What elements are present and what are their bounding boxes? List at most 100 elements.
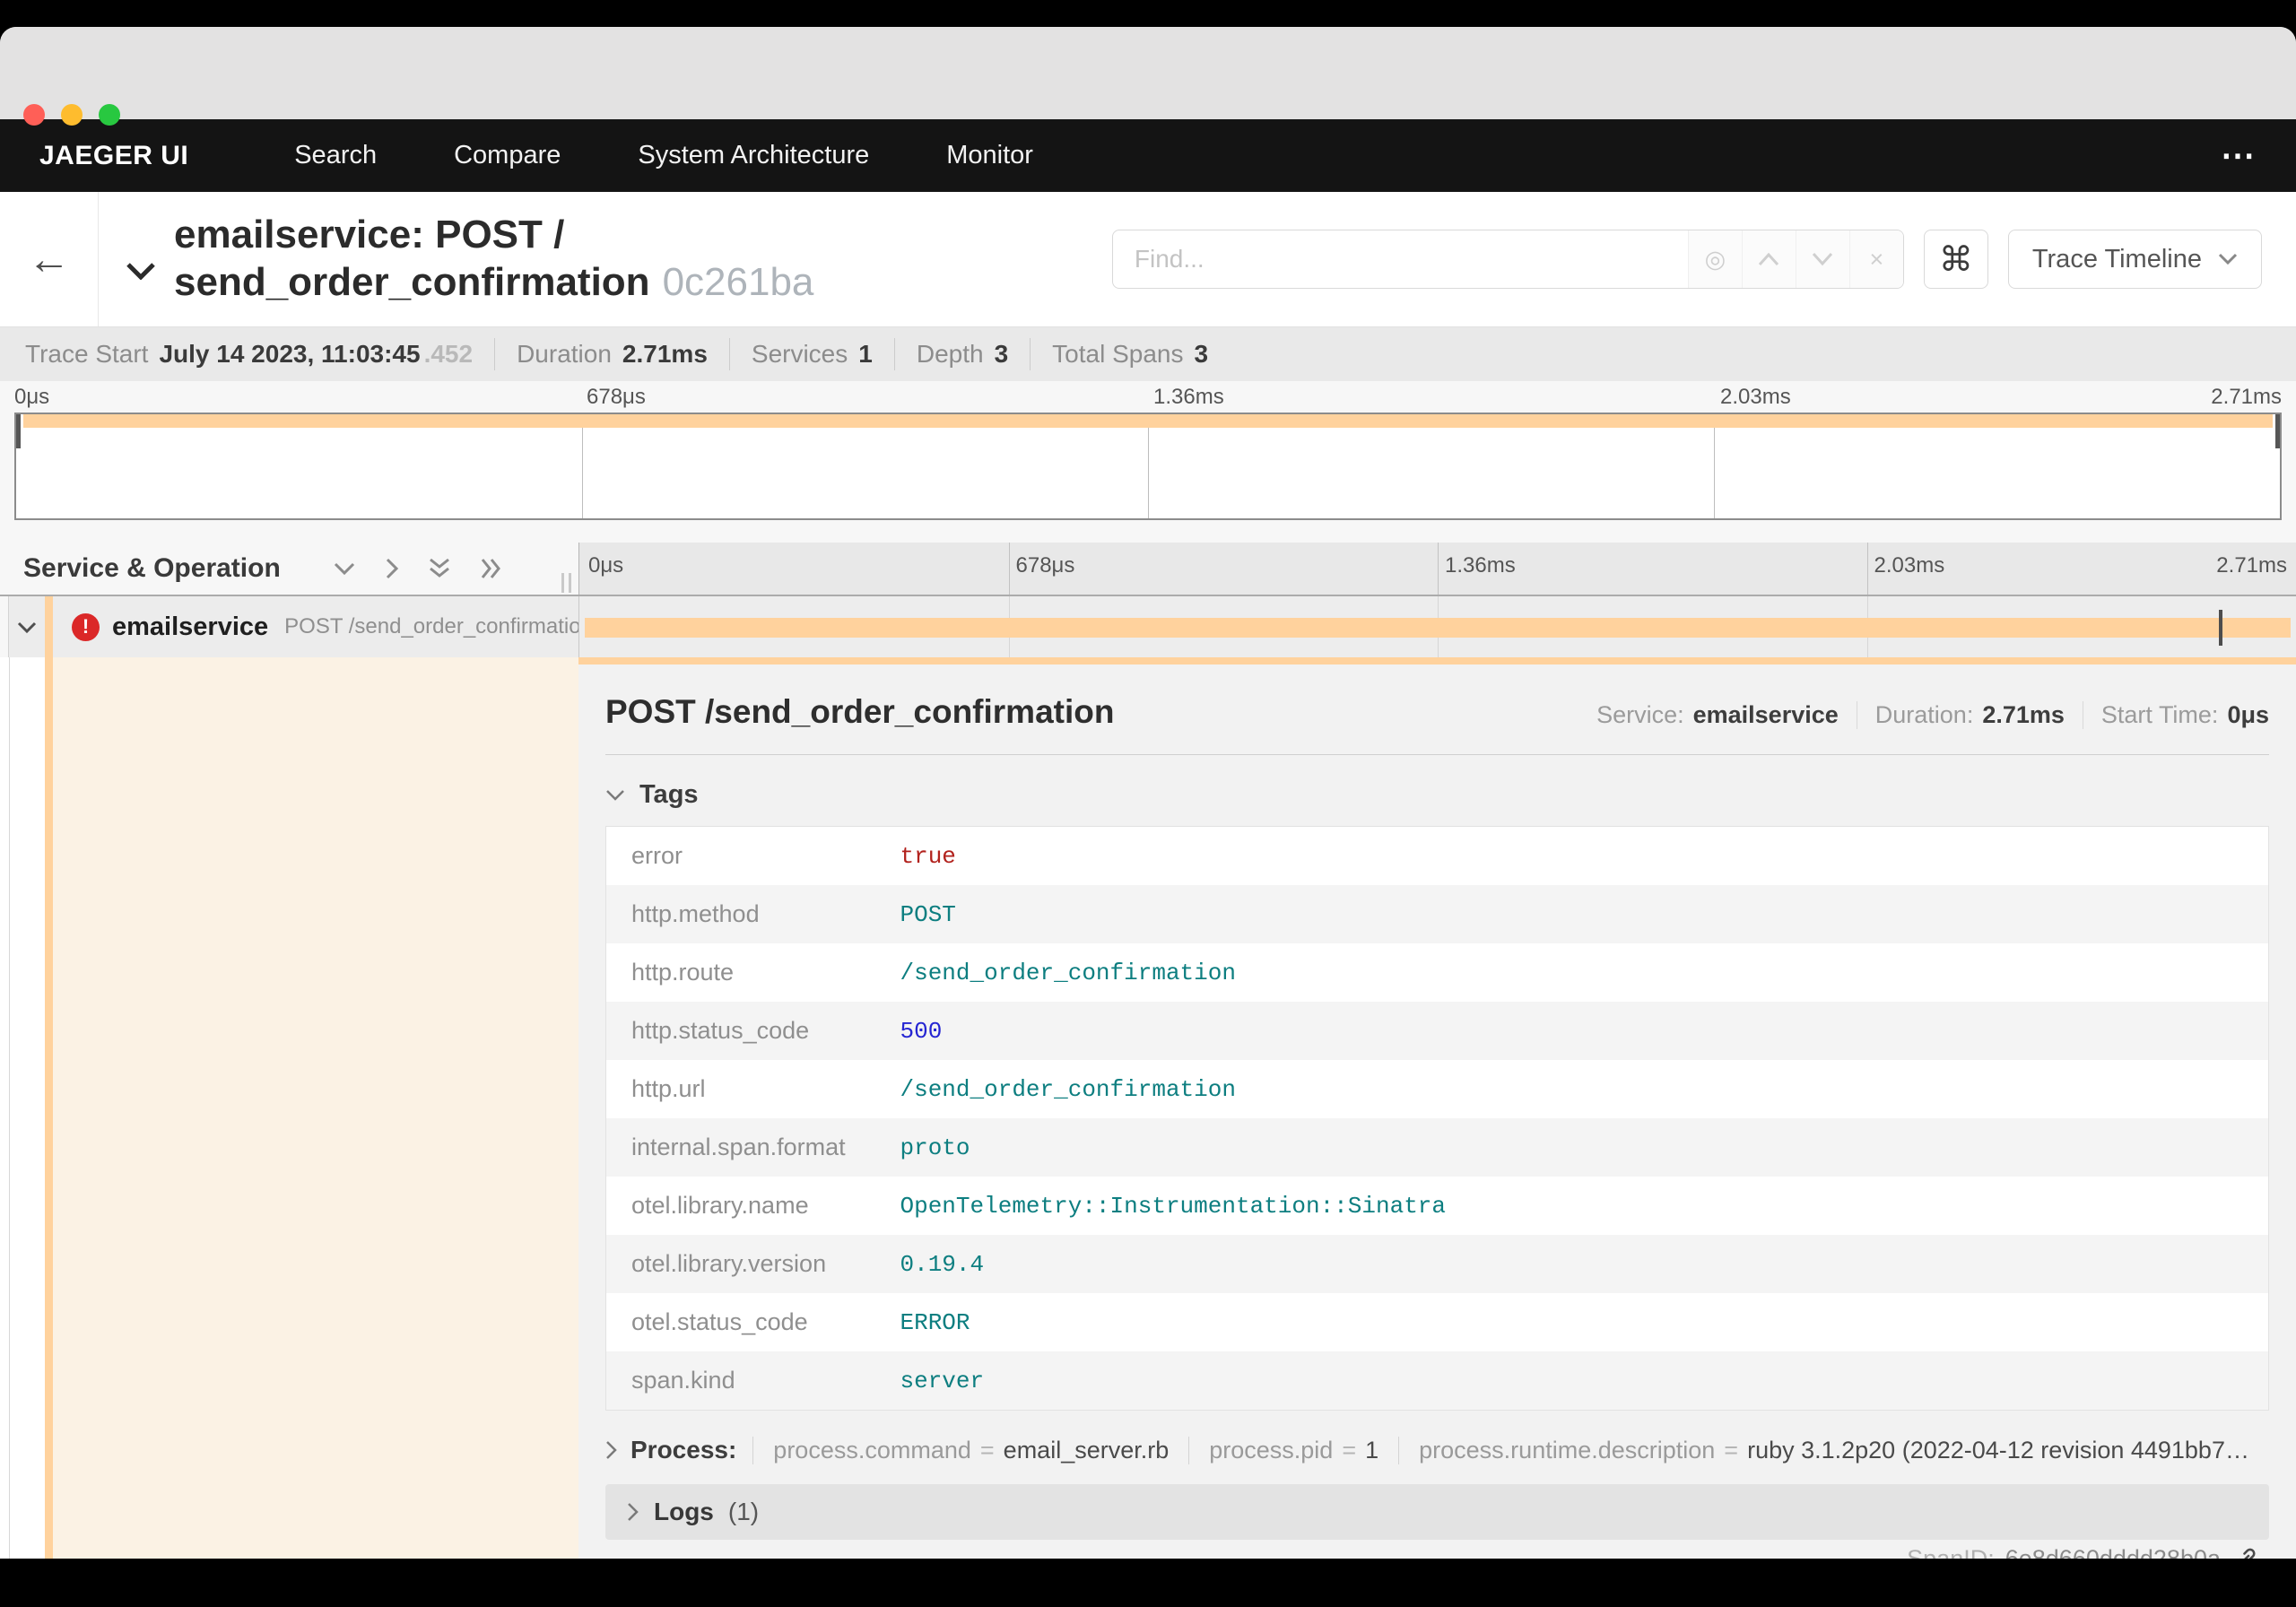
span-detail-row: POST /send_order_confirmation Service: e…: [0, 657, 2296, 1559]
axis-tick: 0μs: [588, 553, 624, 578]
tag-row[interactable]: error true: [606, 827, 2269, 886]
span-row[interactable]: ! emailservice POST /send_order_confirma…: [0, 596, 2296, 657]
span-color-guide: [45, 657, 53, 1559]
span-detail-content: POST /send_order_confirmation Service: e…: [578, 665, 2296, 1559]
logs-count: (1): [727, 1498, 760, 1525]
crosshair-icon[interactable]: ◎: [1687, 230, 1742, 288]
column-resize-grip[interactable]: [561, 573, 571, 593]
chevron-right-icon: [627, 1502, 639, 1522]
tag-row[interactable]: otel.status_code ERROR: [606, 1293, 2269, 1351]
chevron-down-icon: [2218, 253, 2238, 265]
trace-id: 0c261ba: [662, 260, 814, 304]
expand-all-icon[interactable]: [480, 557, 503, 580]
minimap-right-scrubber[interactable]: [2275, 414, 2280, 448]
logs-section-label: Logs: [654, 1498, 714, 1525]
span-detail-meta: Service: emailservice Duration: 2.71ms S…: [1578, 701, 2269, 729]
chevron-right-icon: [605, 1440, 618, 1460]
process-section-label: Process:: [631, 1436, 737, 1464]
minimap-tick: 2.71ms: [2211, 385, 2282, 409]
expand-collapse-controls: [333, 557, 503, 580]
deep-link-icon[interactable]: [2231, 1546, 2258, 1559]
process-section-toggle[interactable]: Process: process.command = email_server.…: [605, 1436, 2269, 1464]
navbar: JAEGER UI Search Compare System Architec…: [0, 119, 2296, 192]
span-id-footer: SpanID: 6e8d660dddd28b0a: [1907, 1545, 2258, 1559]
macos-titlebar: [0, 27, 2296, 126]
minimap-gridline: [582, 414, 583, 518]
minimap-tick: 0μs: [14, 385, 50, 409]
minimize-window-button[interactable]: [61, 104, 83, 126]
keyboard-shortcuts-button[interactable]: ⌘: [1923, 230, 1988, 289]
tags-section-toggle[interactable]: Tags: [605, 780, 2269, 810]
trace-view-selector[interactable]: Trace Timeline: [2007, 230, 2262, 289]
find-box: ◎ ×: [1111, 230, 1904, 289]
axis-gridline: [1008, 543, 1010, 595]
tag-row[interactable]: otel.library.version 0.19.4: [605, 1235, 2269, 1293]
summary-depth: Depth 3: [893, 338, 1030, 370]
tags-section-label: Tags: [639, 780, 699, 809]
nav-item-search[interactable]: Search: [294, 141, 377, 170]
tag-row[interactable]: http.route /send_order_confirmation: [606, 943, 2269, 1002]
minimap-tick: 2.03ms: [1720, 385, 1791, 409]
nav-item-system-architecture[interactable]: System Architecture: [638, 141, 869, 170]
trace-title-line1: emailservice: POST /: [174, 213, 565, 257]
command-icon: ⌘: [1938, 240, 1973, 279]
span-row-timeline-cell[interactable]: [578, 596, 2296, 657]
span-expand-chevron-icon[interactable]: [16, 621, 38, 634]
minimap-tick: 1.36ms: [1153, 385, 1224, 409]
axis-gridline: [1438, 543, 1439, 595]
span-duration-bar[interactable]: [584, 618, 2292, 638]
screen-letterbox: [0, 1559, 2296, 1607]
axis-gridline: [1866, 543, 1868, 595]
trace-timeline-minimap[interactable]: [14, 413, 2282, 520]
expand-one-icon[interactable]: [385, 557, 399, 580]
tag-row[interactable]: http.method POST: [605, 885, 2269, 943]
collapse-all-icon[interactable]: [428, 557, 451, 580]
span-detail-panel: POST /send_order_confirmation Service: e…: [578, 657, 2296, 1559]
close-window-button[interactable]: [23, 104, 45, 126]
trace-page-header: ← emailservice: POST / send_order_confirm…: [0, 192, 2296, 327]
tag-row[interactable]: otel.library.name OpenTelemetry::Instrum…: [606, 1177, 2269, 1235]
tag-row[interactable]: internal.span.format proto: [605, 1118, 2269, 1177]
minimap-left-scrubber[interactable]: [16, 414, 21, 448]
collapse-trace-chevron-icon[interactable]: [126, 262, 156, 280]
zoom-window-button[interactable]: [99, 104, 120, 126]
trace-header-controls: ◎ × ⌘ Trace Timeline: [1111, 192, 2296, 326]
back-button[interactable]: ←: [0, 192, 99, 326]
next-result-button[interactable]: [1795, 230, 1849, 288]
nav-item-monitor[interactable]: Monitor: [946, 141, 1033, 170]
process-pid: process.pid = 1: [1188, 1436, 1398, 1464]
axis-tick: 2.71ms: [2216, 553, 2287, 578]
tag-row[interactable]: http.url /send_order_confirmation: [606, 1060, 2269, 1118]
clear-find-button[interactable]: ×: [1848, 230, 1903, 288]
axis-tick: 1.36ms: [1445, 553, 1516, 578]
process-runtime-description: process.runtime.description = ruby 3.1.2…: [1398, 1436, 2269, 1464]
trace-title-line2: send_order_confirmation: [174, 260, 650, 304]
span-service-name: emailservice: [112, 612, 269, 641]
span-detail-header: POST /send_order_confirmation Service: e…: [605, 693, 2269, 731]
minimap-span-bar-child: [484, 414, 1275, 428]
jaeger-logo[interactable]: JAEGER UI: [39, 141, 188, 171]
row-left-edge: [0, 596, 9, 657]
find-input[interactable]: [1112, 230, 1688, 288]
span-color-guide: [45, 596, 53, 657]
collapse-one-icon[interactable]: [333, 561, 356, 576]
trace-title-wrap: emailservice: POST / send_order_confirmat…: [99, 192, 813, 326]
summary-total-spans: Total Spans 3: [1030, 338, 1230, 370]
prev-result-button[interactable]: [1741, 230, 1796, 288]
tag-row[interactable]: span.kind server: [605, 1351, 2269, 1411]
axis-tick: 678μs: [1015, 553, 1075, 578]
minimap-gridline: [1714, 414, 1715, 518]
timeline-axis-header: 0μs 678μs 1.36ms 2.03ms 2.71ms: [578, 543, 2296, 595]
meta-duration: Duration: 2.71ms: [1856, 701, 2083, 729]
minimap-tick-labels: 0μs 678μs 1.36ms 2.03ms 2.71ms: [0, 381, 2296, 413]
detail-row-rule: [9, 657, 10, 1559]
process-command: process.command = email_server.rb: [752, 1436, 1188, 1464]
detail-row-left-column: [0, 657, 578, 1559]
back-arrow-icon: ←: [27, 235, 71, 283]
logs-section-toggle[interactable]: Logs (1): [605, 1484, 2269, 1540]
span-log-marker[interactable]: [2218, 610, 2222, 646]
nav-item-compare[interactable]: Compare: [454, 141, 561, 170]
tag-row[interactable]: http.status_code 500: [605, 1002, 2269, 1060]
meta-service: Service: emailservice: [1596, 701, 1839, 728]
